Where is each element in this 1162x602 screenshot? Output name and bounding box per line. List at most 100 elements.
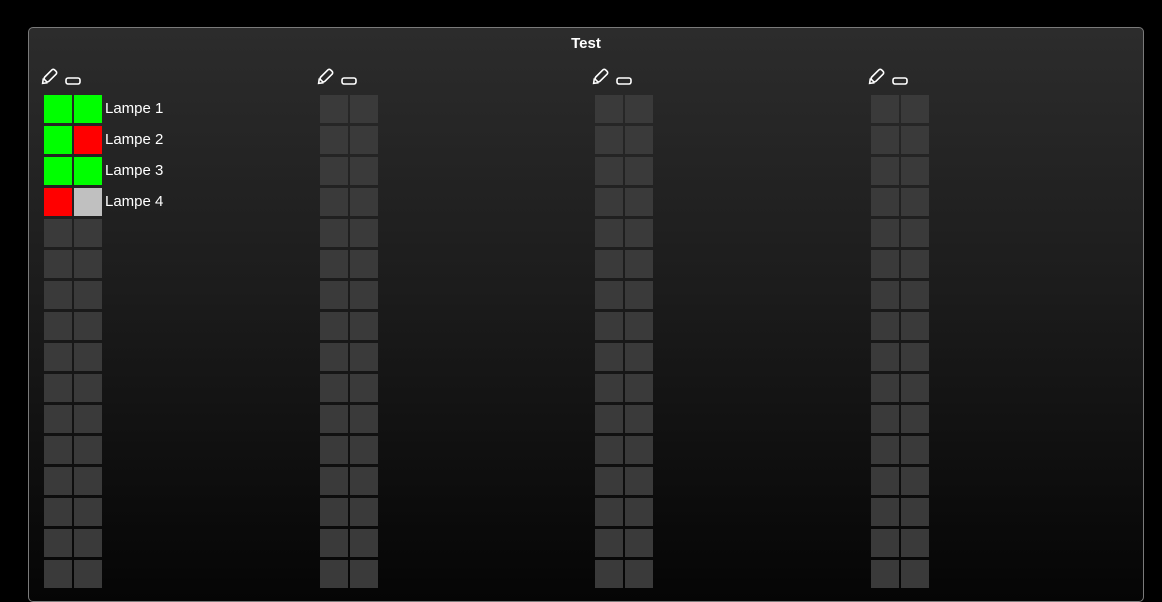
- rectangle-icon[interactable]: [341, 73, 357, 85]
- lamp-status-indicator: [350, 467, 378, 495]
- empty-lamp-slot: [320, 281, 560, 309]
- lamp-status-indicator: [871, 467, 899, 495]
- lamp-status-indicator: [74, 312, 102, 340]
- lamp-status-indicator: [595, 312, 623, 340]
- lamp-status-indicator: [625, 126, 653, 154]
- empty-lamp-slot: [44, 436, 284, 464]
- lamp-status-indicator: [44, 498, 72, 526]
- lamp-status-indicator[interactable]: [44, 95, 72, 123]
- empty-lamp-slot: [320, 405, 560, 433]
- lamp-status-indicator: [350, 126, 378, 154]
- lamp-status-indicator: [595, 405, 623, 433]
- rectangle-icon[interactable]: [616, 73, 632, 85]
- lamp-status-indicator: [595, 188, 623, 216]
- lamp-status-indicator: [625, 188, 653, 216]
- lamp-row[interactable]: Lampe 1: [44, 95, 284, 123]
- lamp-status-indicator: [871, 343, 899, 371]
- lamp-column-3: [588, 65, 668, 588]
- lamp-status-indicator: [901, 405, 929, 433]
- lamp-status-indicator: [595, 560, 623, 588]
- lamp-status-indicator: [901, 560, 929, 588]
- lamp-status-indicator[interactable]: [44, 126, 72, 154]
- lamp-status-indicator: [350, 374, 378, 402]
- lamp-status-indicator: [625, 250, 653, 278]
- column-toolbar: [37, 65, 117, 89]
- empty-lamp-slot: [871, 312, 1111, 340]
- lamp-status-indicator: [595, 467, 623, 495]
- lamp-status-indicator: [871, 374, 899, 402]
- lamp-status-indicator: [871, 188, 899, 216]
- lamp-status-indicator[interactable]: [74, 157, 102, 185]
- empty-lamp-slot: [320, 188, 560, 216]
- empty-lamp-slot: [595, 405, 835, 433]
- empty-lamp-slot: [871, 219, 1111, 247]
- lamp-column-2: [313, 65, 393, 588]
- empty-lamp-slot: [871, 281, 1111, 309]
- lamp-status-indicator: [901, 219, 929, 247]
- lamp-status-indicator: [871, 529, 899, 557]
- empty-lamp-slot: [44, 529, 284, 557]
- lamp-status-indicator: [595, 219, 623, 247]
- lamp-status-indicator: [871, 405, 899, 433]
- lamp-status-indicator: [44, 281, 72, 309]
- lamp-status-indicator: [44, 312, 72, 340]
- empty-lamp-slot: [595, 126, 835, 154]
- lamp-row[interactable]: Lampe 2: [44, 126, 284, 154]
- empty-lamp-slot: [320, 343, 560, 371]
- pencil-icon[interactable]: [315, 67, 335, 87]
- lamp-list: Lampe 1 Lampe 2 Lampe 3 Lampe 4: [44, 95, 284, 591]
- lamp-status-indicator: [901, 157, 929, 185]
- lamp-status-indicator: [625, 157, 653, 185]
- lamp-column-1: Lampe 1 Lampe 2 Lampe 3 Lampe 4: [37, 65, 163, 588]
- lamp-status-indicator: [871, 281, 899, 309]
- lamp-status-indicator: [901, 281, 929, 309]
- lamp-row[interactable]: Lampe 4: [44, 188, 284, 216]
- lamp-status-indicator: [350, 343, 378, 371]
- lamp-list: [320, 95, 560, 591]
- lamp-status-indicator: [871, 250, 899, 278]
- lamp-row[interactable]: Lampe 3: [44, 157, 284, 185]
- lamp-status-indicator: [74, 250, 102, 278]
- empty-lamp-slot: [320, 560, 560, 588]
- pencil-icon[interactable]: [39, 67, 59, 87]
- empty-lamp-slot: [44, 467, 284, 495]
- lamp-status-indicator: [871, 312, 899, 340]
- rectangle-icon[interactable]: [65, 73, 81, 85]
- pencil-icon[interactable]: [866, 67, 886, 87]
- lamp-status-indicator: [74, 529, 102, 557]
- lamp-status-indicator[interactable]: [44, 188, 72, 216]
- lamp-status-indicator: [625, 95, 653, 123]
- lamp-status-indicator: [74, 436, 102, 464]
- lamp-status-indicator: [44, 560, 72, 588]
- lamp-status-indicator: [595, 498, 623, 526]
- lamp-status-indicator: [901, 498, 929, 526]
- lamp-status-indicator: [625, 312, 653, 340]
- lamp-status-indicator[interactable]: [74, 126, 102, 154]
- lamp-status-indicator: [320, 467, 348, 495]
- lamp-status-indicator: [595, 436, 623, 464]
- empty-lamp-slot: [871, 405, 1111, 433]
- lamp-status-indicator: [595, 374, 623, 402]
- empty-lamp-slot: [44, 498, 284, 526]
- lamp-status-indicator: [595, 343, 623, 371]
- rectangle-icon[interactable]: [892, 73, 908, 85]
- lamp-status-indicator[interactable]: [74, 188, 102, 216]
- lamp-status-indicator[interactable]: [44, 157, 72, 185]
- lamp-status-indicator: [625, 281, 653, 309]
- lamp-status-indicator: [595, 95, 623, 123]
- lamp-status-indicator: [625, 529, 653, 557]
- lamp-status-indicator: [871, 126, 899, 154]
- lamp-status-indicator[interactable]: [74, 95, 102, 123]
- lamp-status-indicator: [44, 374, 72, 402]
- empty-lamp-slot: [595, 219, 835, 247]
- column-toolbar: [588, 65, 668, 89]
- lamp-status-indicator: [320, 529, 348, 557]
- lamp-status-indicator: [901, 250, 929, 278]
- lamp-status-indicator: [350, 188, 378, 216]
- empty-lamp-slot: [871, 498, 1111, 526]
- pencil-icon[interactable]: [590, 67, 610, 87]
- lamp-status-indicator: [350, 95, 378, 123]
- empty-lamp-slot: [871, 560, 1111, 588]
- lamp-status-indicator: [44, 436, 72, 464]
- empty-lamp-slot: [871, 157, 1111, 185]
